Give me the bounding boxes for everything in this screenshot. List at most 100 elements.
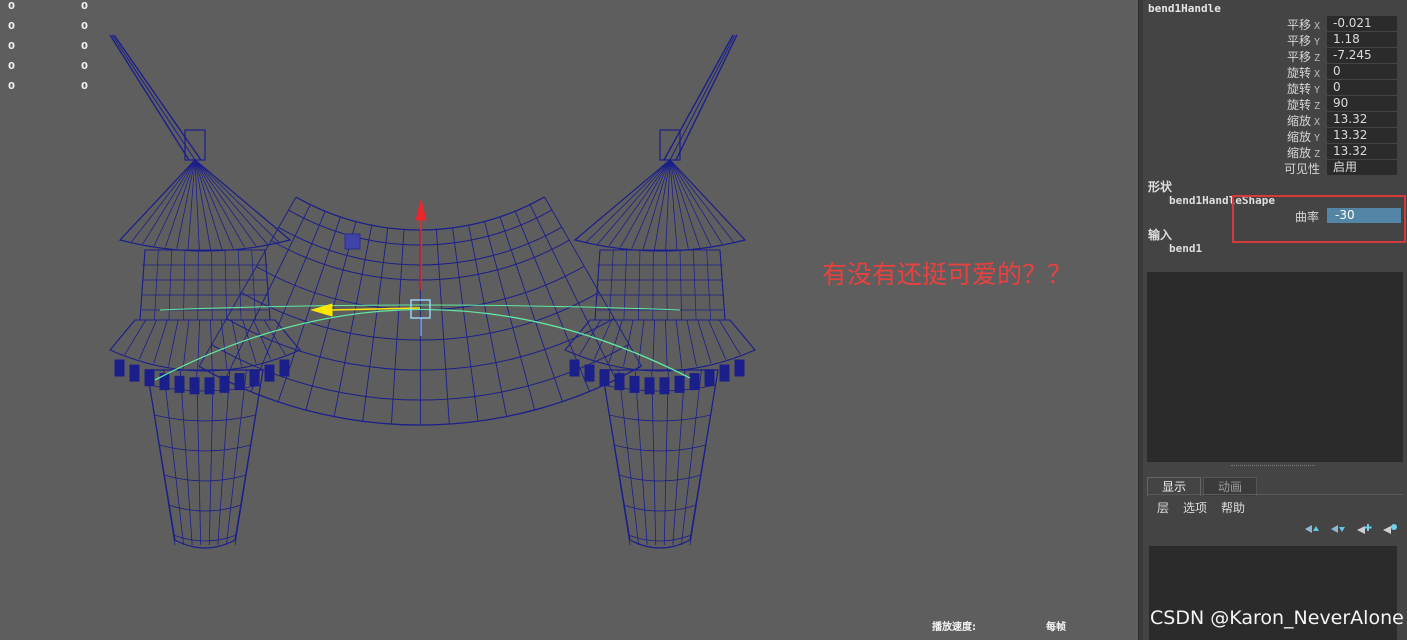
attribute-row[interactable]: 缩放 Y 13.32 <box>1143 128 1407 144</box>
mid-line <box>264 249 271 321</box>
bridge-rib <box>499 216 563 402</box>
roof-line <box>597 159 671 245</box>
attribute-value-field[interactable]: 0 <box>1327 64 1397 79</box>
mid-line <box>197 249 199 321</box>
battlement <box>734 359 745 377</box>
attribute-value-field[interactable]: 13.32 <box>1327 112 1397 127</box>
hud-row: 00 <box>8 0 88 17</box>
hud-value: 0 <box>81 81 88 92</box>
attribute-name: 可见性 <box>1283 162 1320 176</box>
skirt-line <box>608 319 623 364</box>
skirt-line <box>623 319 634 367</box>
roof-line <box>669 159 689 249</box>
battlement <box>599 369 610 387</box>
tower-line <box>217 369 231 546</box>
attribute-value-field[interactable]: 0 <box>1327 80 1397 95</box>
tower-skirt <box>109 319 301 372</box>
roof-line <box>669 159 712 247</box>
menu-options[interactable]: 选项 <box>1183 499 1207 516</box>
input-node-name[interactable]: bend1 <box>1169 242 1202 255</box>
panel-resize-grip[interactable] <box>1231 465 1315 466</box>
attribute-value-field[interactable]: -0.021 <box>1327 16 1397 31</box>
tower-line <box>672 369 686 546</box>
mid-line <box>692 249 697 321</box>
roof-line <box>131 159 196 243</box>
attribute-name: 平移 <box>1286 50 1311 64</box>
attribute-name: 旋转 <box>1286 82 1311 96</box>
spire <box>111 34 196 161</box>
attribute-value-field[interactable]: 13.32 <box>1327 128 1397 143</box>
attribute-name: 缩放 <box>1286 146 1311 160</box>
node-name[interactable]: bend1Handle <box>1148 2 1221 15</box>
move-layer-up-icon[interactable] <box>1303 522 1321 536</box>
hud-value: 0 <box>81 1 88 12</box>
skirt-line <box>182 319 190 369</box>
attribute-value-field[interactable]: 1.18 <box>1327 32 1397 47</box>
menu-help[interactable]: 帮助 <box>1221 499 1245 516</box>
attribute-axis: Y <box>1313 85 1320 96</box>
roof-line <box>631 159 671 249</box>
battlement <box>144 369 155 387</box>
bridge-rib <box>452 227 479 422</box>
hud-value: 0 <box>81 41 88 52</box>
attribute-row[interactable]: 缩放 Z 13.32 <box>1143 144 1407 160</box>
battlement <box>704 369 715 387</box>
battlement <box>279 359 290 377</box>
new-layer-icon[interactable] <box>1381 522 1399 536</box>
attribute-label: 缩放 X <box>1287 112 1320 129</box>
tower-mid <box>139 249 271 321</box>
battlement <box>264 364 275 382</box>
attribute-value-field[interactable]: 启用 <box>1327 160 1397 175</box>
layer-menu-bar: 层 选项 帮助 <box>1157 499 1245 516</box>
mid-line <box>623 249 628 321</box>
battlement <box>659 377 670 395</box>
attribute-row[interactable]: 旋转 X 0 <box>1143 64 1407 80</box>
watermark: CSDN @Karon_NeverAlone <box>1150 607 1404 629</box>
roof-line <box>119 159 196 241</box>
attribute-value-field[interactable]: -7.245 <box>1327 48 1397 63</box>
new-layer-selected-icon[interactable] <box>1355 522 1373 536</box>
inputs-heading: 输入 <box>1148 228 1173 242</box>
3d-viewport[interactable]: 0000000000 有没有还挺可爱的？？ 播放速度: 每帧 <box>0 0 1138 640</box>
wireframe-model[interactable] <box>0 0 1138 640</box>
battlement <box>234 373 245 391</box>
attribute-value-field[interactable]: 90 <box>1327 96 1397 111</box>
mid-line <box>237 249 242 321</box>
mid-line <box>594 249 601 321</box>
menu-layers[interactable]: 层 <box>1157 499 1169 516</box>
tower-line <box>179 369 193 546</box>
layer-toolbar <box>1303 522 1399 536</box>
spire <box>663 34 734 161</box>
battlement <box>114 359 125 377</box>
hud-value: 0 <box>8 21 15 32</box>
attribute-value-field[interactable]: 13.32 <box>1327 144 1397 159</box>
roof-line <box>669 159 746 241</box>
attribute-row[interactable]: 平移 X -0.021 <box>1143 16 1407 32</box>
mid-line <box>154 249 159 321</box>
battlement <box>644 377 655 395</box>
attribute-axis: Z <box>1313 53 1320 64</box>
tower-line <box>689 369 719 546</box>
battlement <box>614 373 625 391</box>
battlement <box>219 375 230 393</box>
skirt-line <box>263 319 286 355</box>
mid-line <box>719 249 726 321</box>
hud-value: 0 <box>8 1 15 12</box>
tab-underline <box>1147 494 1403 495</box>
attribute-row[interactable]: 旋转 Y 0 <box>1143 80 1407 96</box>
attribute-row[interactable]: 旋转 Z 90 <box>1143 96 1407 112</box>
roof-line <box>194 159 291 241</box>
battlement <box>249 369 260 387</box>
attribute-row[interactable]: 平移 Z -7.245 <box>1143 48 1407 64</box>
attribute-row[interactable]: 可见性 启用 <box>1143 160 1407 176</box>
attribute-row[interactable]: 缩放 X 13.32 <box>1143 112 1407 128</box>
attribute-axis: Z <box>1313 101 1320 112</box>
attribute-name: 旋转 <box>1286 98 1311 112</box>
move-layer-down-icon[interactable] <box>1329 522 1347 536</box>
attribute-axis: X <box>1313 117 1320 128</box>
attribute-label: 平移 X <box>1287 16 1320 33</box>
shapes-heading: 形状 <box>1148 180 1173 194</box>
hud-row: 00 <box>8 77 88 97</box>
attribute-row[interactable]: 平移 Y 1.18 <box>1143 32 1407 48</box>
mid-line <box>609 249 614 321</box>
